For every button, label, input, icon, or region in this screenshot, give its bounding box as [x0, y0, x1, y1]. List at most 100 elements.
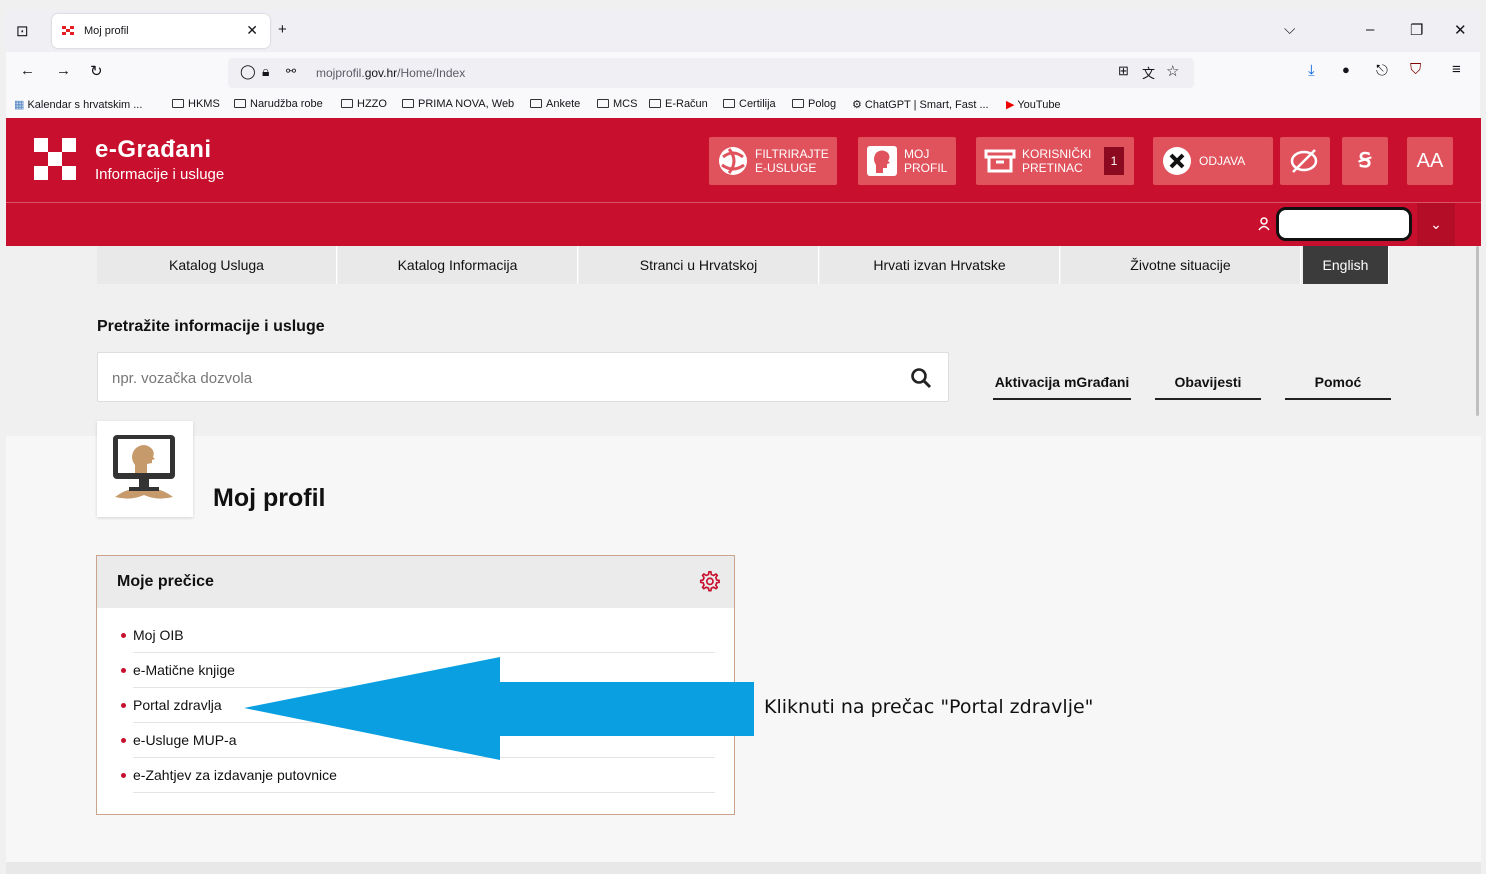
page-scrollbar[interactable] — [1476, 246, 1479, 416]
bookmark-item[interactable]: Certilija — [723, 98, 776, 110]
shortcut-e-zahtjev-putovnica[interactable]: e-Zahtjev za izdavanje putovnice — [121, 758, 715, 793]
bookmark-item[interactable]: Ankete — [530, 98, 580, 110]
bookmark-item[interactable]: HZZO — [341, 98, 387, 110]
font-size-icon: AA — [1416, 150, 1444, 172]
chevron-down-icon[interactable]: ⌵ — [1284, 21, 1295, 38]
font-size-button[interactable]: AA — [1407, 137, 1453, 185]
visibility-toggle-button[interactable] — [1280, 137, 1330, 185]
tab-close-icon[interactable]: ✕ — [246, 22, 258, 39]
address-bar[interactable]: ◯ 🔒︎ ⚯ mojprofil.gov.hr/Home/Index ⊞ 文 ☆ — [228, 58, 1194, 88]
gear-icon[interactable] — [698, 570, 720, 592]
bookmark-item[interactable]: E-Račun — [649, 98, 708, 110]
computer-user-icon — [113, 435, 175, 499]
search-input[interactable] — [112, 367, 892, 389]
shortcut-e-usluge-mup[interactable]: e-Usluge MUP-a — [121, 723, 715, 758]
lock-icon[interactable]: 🔒︎ — [262, 63, 269, 80]
egradjani-logo-icon[interactable] — [34, 138, 76, 180]
translate-icon[interactable]: 文 — [1142, 63, 1155, 82]
forward-icon[interactable]: → — [56, 62, 71, 79]
bullet-icon — [121, 738, 126, 743]
bookmark-item[interactable]: ⚙︎ ChatGPT | Smart, Fast ... — [852, 98, 989, 111]
footer-strip — [6, 862, 1481, 874]
egradjani-favicon-icon — [62, 26, 76, 36]
url-text: mojprofil.gov.hr/Home/Index — [316, 66, 466, 80]
page: ⊡ Moj profil ✕ + ⌵ – ❐ ✕ ← → ↻ ◯ 🔒︎ ⚯ mo… — [0, 0, 1486, 874]
bookmark-item[interactable]: ▶ YouTube — [1006, 98, 1061, 111]
reload-icon[interactable]: ↻ — [90, 62, 103, 80]
shortcuts-panel-header: Moje prečice — [97, 556, 734, 608]
search-box — [97, 352, 949, 402]
bookmark-star-icon[interactable]: ☆ — [1166, 62, 1179, 80]
nav-item-katalog-usluga[interactable]: Katalog Usluga — [97, 246, 337, 284]
back-icon[interactable]: ← — [20, 62, 35, 79]
search-label: Pretražite informacije i usluge — [97, 318, 325, 335]
notifications-link[interactable]: Obavijesti — [1155, 374, 1261, 400]
browser-tab[interactable]: Moj profil ✕ — [52, 14, 270, 48]
search-icon[interactable] — [910, 367, 932, 389]
brand-title[interactable]: e-Građani — [95, 136, 212, 164]
nav-item-katalog-informacija[interactable]: Katalog Informacija — [338, 246, 578, 284]
bookmark-item[interactable]: ▦ Kalendar s hrvatskim ... — [14, 98, 142, 111]
restore-icon[interactable]: ❐ — [1410, 21, 1423, 39]
avatar — [97, 421, 193, 517]
shortcut-moj-oib[interactable]: Moj OIB — [121, 618, 715, 653]
new-tab-icon[interactable]: + — [278, 21, 287, 38]
dyslexia-font-button[interactable]: Ꞩ — [1342, 137, 1388, 185]
bookmark-item[interactable]: MCS — [597, 98, 637, 110]
bullet-icon — [121, 773, 126, 778]
help-link[interactable]: Pomoć — [1285, 374, 1391, 400]
shortcuts-title: Moje prečice — [117, 573, 214, 590]
bullet-icon — [121, 703, 126, 708]
nav-item-zivotne-situacije[interactable]: Životne situacije — [1061, 246, 1301, 284]
eye-off-icon — [1290, 149, 1318, 173]
profile-face-icon — [867, 146, 897, 176]
window-close-icon[interactable]: ✕ — [1454, 21, 1467, 39]
brand-subtitle: Informacije i usluge — [95, 166, 225, 183]
logout-button[interactable]: ODJAVA — [1153, 137, 1273, 185]
share-icon[interactable]: ⎋ — [1376, 62, 1388, 79]
site-header: e-Građani Informacije i usluge FILTRIRAJ… — [6, 118, 1481, 202]
menu-icon[interactable]: ≡ — [1452, 61, 1461, 78]
permissions-icon[interactable]: ⚯ — [286, 64, 296, 78]
redacted-username-box[interactable] — [1276, 207, 1412, 241]
minimize-icon[interactable]: – — [1366, 21, 1374, 38]
inbox-count-badge: 1 — [1104, 147, 1124, 175]
bookmarks-bar: ▦ Kalendar s hrvatskim ... HKMS Narudžba… — [6, 92, 1480, 118]
tab-list-icon[interactable]: ⊡ — [16, 22, 29, 40]
main-navigation: Katalog Usluga Katalog Informacija Stran… — [6, 246, 1476, 436]
ublock-icon[interactable]: ⛉ — [1410, 61, 1421, 78]
nav-item-stranci[interactable]: Stranci u Hrvatskoj — [579, 246, 819, 284]
inbox-icon — [984, 149, 1016, 173]
shortcut-e-maticne-knjige[interactable]: e-Matične knjige — [121, 653, 715, 688]
extension-b-icon[interactable]: ● — [1342, 62, 1350, 77]
bookmark-item[interactable]: HKMS — [172, 98, 220, 110]
filter-eservices-button[interactable]: FILTRIRAJTE E-USLUGE — [709, 137, 837, 185]
download-icon[interactable]: ⤓ — [1308, 62, 1315, 79]
my-profile-button[interactable]: MOJ PROFIL — [858, 137, 956, 185]
tab-title: Moj profil — [84, 25, 129, 37]
nav-item-hrvati-izvan[interactable]: Hrvati izvan Hrvatske — [820, 246, 1060, 284]
bullet-icon — [121, 668, 126, 673]
mgradjani-activation-link[interactable]: Aktivacija mGrađani — [993, 374, 1131, 400]
shield-icon[interactable]: ◯ — [240, 63, 256, 80]
person-icon — [1258, 217, 1270, 231]
bookmark-item[interactable]: Polog — [792, 98, 836, 110]
dyslexia-icon: Ꞩ — [1358, 150, 1372, 172]
bookmark-item[interactable]: PRIMA NOVA, Web — [402, 98, 514, 110]
user-bar: ⌄ — [6, 202, 1481, 246]
shortcuts-list: Moj OIB e-Matične knjige Portal zdravlja… — [119, 618, 715, 793]
bullet-icon — [121, 633, 126, 638]
globe-icon — [719, 147, 747, 175]
annotation-text: Kliknuti na prečac "Portal zdravlje" — [764, 696, 1094, 718]
bookmark-item[interactable]: Narudžba robe — [234, 98, 323, 110]
user-inbox-button[interactable]: KORISNIČKI PRETINAC 1 — [976, 137, 1134, 185]
shortcut-portal-zdravlja[interactable]: Portal zdravlja — [121, 688, 715, 723]
page-title: Moj profil — [213, 484, 326, 512]
reader-view-icon[interactable]: ⊞ — [1118, 63, 1129, 79]
close-circle-icon — [1163, 147, 1191, 175]
shortcuts-panel: Moje prečice Moj OIB e-Matične knjige Po… — [96, 555, 735, 815]
profile-content: Moj profil Moje prečice Moj OIB e-Matičn… — [6, 421, 1481, 862]
language-english-button[interactable]: English — [1303, 246, 1389, 284]
user-dropdown-chevron-icon[interactable]: ⌄ — [1417, 203, 1455, 246]
tab-bar: ⊡ Moj profil ✕ + ⌵ – ❐ ✕ — [6, 10, 1480, 52]
